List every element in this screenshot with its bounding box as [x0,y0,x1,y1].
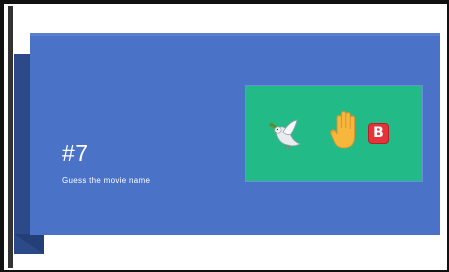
slide-top-edge [30,33,440,36]
b-button-icon: B [368,123,389,144]
raised-hand-icon [328,110,364,152]
slide-ribbon-fold [14,234,44,254]
slide-subtitle: Guess the movie name [62,176,151,185]
emoji-row: B [246,86,422,181]
frame-left-shadow [8,6,13,268]
emoji-clue-box: B [245,85,423,182]
dove-icon [264,114,304,154]
slide-title: #7 [62,140,89,166]
